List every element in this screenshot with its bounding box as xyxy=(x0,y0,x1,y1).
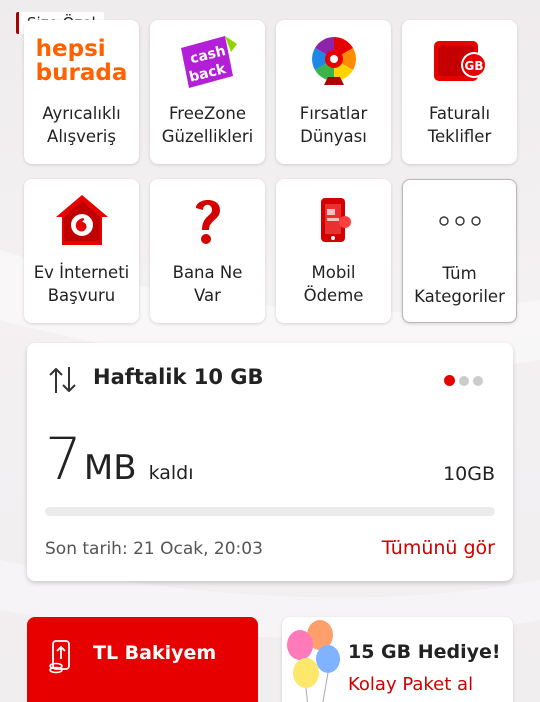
phone-gb-icon: GB xyxy=(402,20,517,102)
tile-label: Ayrıcalıklı Alışveriş xyxy=(42,104,121,146)
usage-progress-bar xyxy=(45,507,495,516)
tile-home-internet[interactable]: Ev İnterneti Başvuru xyxy=(24,179,139,323)
carousel-dot[interactable] xyxy=(473,376,483,386)
question-mark-icon xyxy=(150,179,265,261)
more-dots-icon xyxy=(403,180,516,262)
tile-label: Tüm Kategoriler xyxy=(414,264,505,306)
see-all-link[interactable]: Tümünü gör xyxy=(382,537,495,559)
package-total: 10GB xyxy=(443,463,495,485)
tile-label: Mobil Ödeme xyxy=(303,263,364,305)
carousel-dot[interactable] xyxy=(444,375,455,386)
home-vodafone-icon xyxy=(24,179,139,261)
tile-label: Faturalı Teklifler xyxy=(427,104,492,146)
tile-label: Bana Ne Var xyxy=(172,263,243,305)
balance-phone-icon xyxy=(49,640,70,674)
mobile-payment-icon xyxy=(276,179,391,261)
tile-label: Ev İnterneti Başvuru xyxy=(33,263,130,305)
tile-label: Fırsatlar Dünyası xyxy=(299,104,368,146)
data-usage-card[interactable]: Haftalik 10 GB 7 MB kaldı 10GB Son tarih… xyxy=(27,343,513,581)
remaining-amount: 7 MB kaldı xyxy=(45,425,194,493)
balance-title: TL Bakiyem xyxy=(93,642,217,664)
tl-balance-card[interactable]: TL Bakiyem xyxy=(27,617,258,702)
remaining-unit: MB xyxy=(83,448,137,488)
tile-what-for-me[interactable]: Bana Ne Var xyxy=(150,179,265,323)
carousel-dots[interactable] xyxy=(444,375,483,386)
cashback-icon: cash back xyxy=(150,20,265,102)
tile-privileged-shopping[interactable]: hepsi burada Ayrıcalıklı Alışveriş xyxy=(24,20,139,164)
gift-subtitle[interactable]: Kolay Paket al xyxy=(348,674,473,695)
package-title: Haftalik 10 GB xyxy=(93,365,264,389)
tile-label: FreeZone Güzellikleri xyxy=(161,104,254,146)
remaining-suffix: kaldı xyxy=(148,462,194,484)
gift-package-card[interactable]: 15 GB Hediye! Kolay Paket al xyxy=(282,617,513,702)
gift-title: 15 GB Hediye! xyxy=(348,641,501,663)
svg-text:GB: GB xyxy=(464,59,483,73)
carousel-dot[interactable] xyxy=(459,376,469,386)
data-transfer-icon xyxy=(49,367,76,393)
due-date: Son tarih: 21 Ocak, 20:03 xyxy=(45,539,263,559)
tile-opportunities[interactable]: Fırsatlar Dünyası xyxy=(276,20,391,164)
hepsiburada-logo: hepsi burada xyxy=(35,36,128,86)
prize-wheel-icon xyxy=(276,20,391,102)
remaining-value: 7 xyxy=(45,425,82,493)
tile-freezone[interactable]: cash back FreeZone Güzellikleri xyxy=(150,20,265,164)
tile-postpaid-offers[interactable]: GB Faturalı Teklifler xyxy=(402,20,517,164)
tile-mobile-payment[interactable]: Mobil Ödeme xyxy=(276,179,391,323)
tile-all-categories[interactable]: Tüm Kategoriler xyxy=(402,179,517,323)
balloons-icon xyxy=(287,620,340,702)
